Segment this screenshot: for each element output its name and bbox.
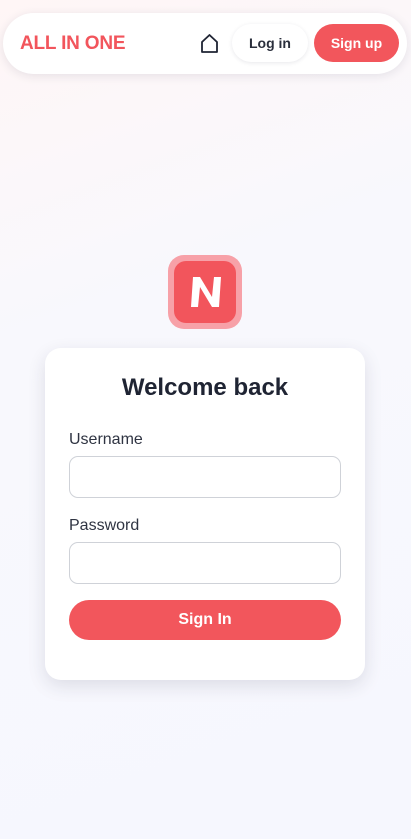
login-button[interactable]: Log in xyxy=(232,24,308,62)
app-logo-icon xyxy=(174,261,236,323)
signup-button[interactable]: Sign up xyxy=(314,24,399,62)
username-label: Username xyxy=(69,431,143,448)
app-logo xyxy=(168,255,242,329)
password-input[interactable] xyxy=(69,542,341,584)
home-icon[interactable] xyxy=(200,33,219,54)
top-navbar: ALL IN ONE Log in Sign up xyxy=(3,13,407,74)
login-card: Welcome back Username Password Sign In xyxy=(45,348,365,680)
brand-logo-text[interactable]: ALL IN ONE xyxy=(20,33,126,55)
welcome-title: Welcome back xyxy=(121,374,289,401)
username-input[interactable] xyxy=(69,456,341,498)
sign-in-button[interactable]: Sign In xyxy=(69,600,341,640)
password-label: Password xyxy=(69,517,140,534)
